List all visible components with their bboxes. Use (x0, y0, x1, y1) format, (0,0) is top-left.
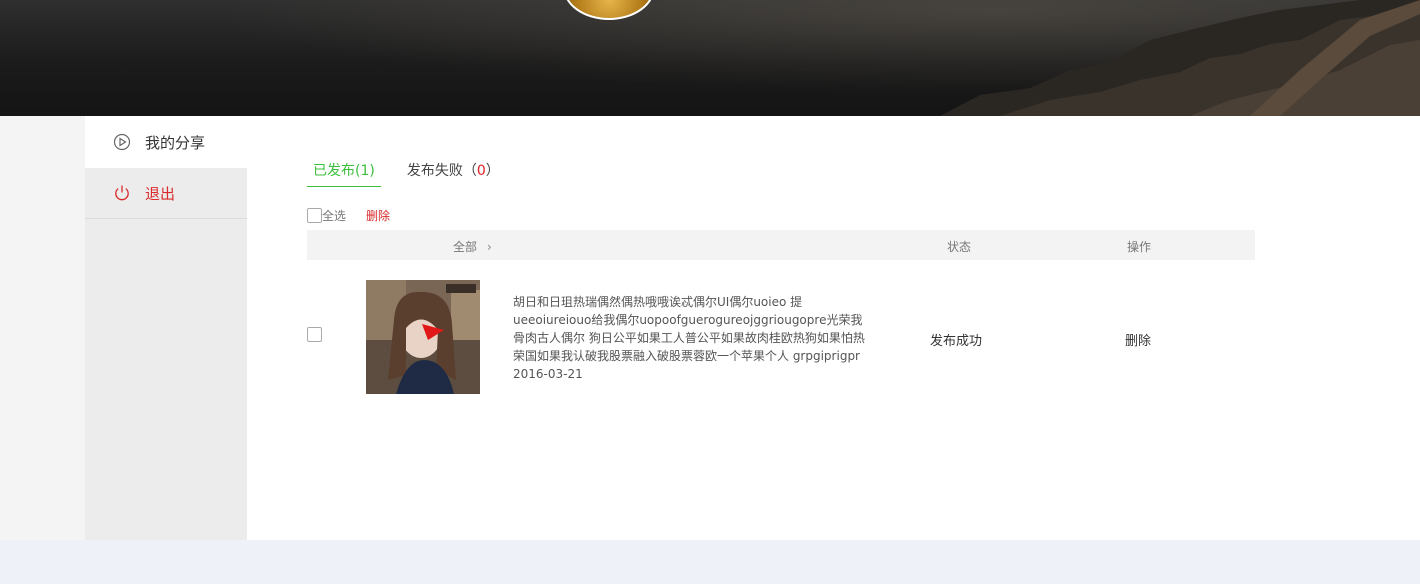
play-circle-icon (113, 133, 131, 151)
sidebar-item-label: 我的分享 (145, 133, 206, 152)
page-left-gutter (0, 116, 85, 540)
select-all-checkbox[interactable] (307, 208, 322, 223)
tab-paren-close: ） (485, 163, 500, 179)
post-description: 胡日和日珇热瑞偶然偶热哦哦诶忒偶尔UI偶尔uoieo 提ueeoiureiouo… (513, 293, 869, 383)
tab-label: 已发布 (313, 163, 355, 179)
power-icon (113, 184, 131, 202)
tab-paren-open: （ (462, 163, 477, 179)
sidebar: 我的分享 退出 (85, 116, 247, 540)
status-tabs: 已发布(1) 发布失败（0） (307, 160, 526, 187)
tab-label: 发布失败 (406, 163, 463, 179)
status-badge: 发布成功 (930, 334, 983, 349)
header-all-label: 全部 (453, 240, 478, 254)
chevron-right-icon: › (487, 240, 492, 254)
table-row: 胡日和日珇热瑞偶然偶热哦哦诶忒偶尔UI偶尔uoieo 提ueeoiureiouo… (307, 280, 1255, 394)
header-status: 状态 (947, 240, 972, 254)
sidebar-item-label: 退出 (145, 184, 176, 203)
main-content: 已发布(1) 发布失败（0） 全选 删除 全部 › 状态 操作 胡日和日珇热瑞偶… (247, 116, 1420, 540)
select-all-label: 全选 (322, 209, 347, 223)
row-checkbox[interactable] (307, 327, 322, 342)
header-banner (0, 0, 1420, 116)
banner-rocks-image (940, 0, 1420, 116)
sidebar-item-my-share[interactable]: 我的分享 (85, 116, 247, 168)
row-delete-button[interactable]: 删除 (1125, 330, 1151, 349)
post-thumbnail-image[interactable] (366, 280, 480, 394)
header-action: 操作 (1127, 240, 1152, 254)
tab-failed[interactable]: 发布失败（0） (401, 160, 506, 187)
post-date: 2016-03-21 (513, 367, 583, 381)
filter-all-dropdown[interactable]: 全部 › (453, 238, 492, 255)
bulk-delete-button[interactable]: 删除 (366, 207, 390, 224)
tab-paren-close: ) (369, 163, 375, 179)
sidebar-item-logout[interactable]: 退出 (85, 168, 247, 219)
table-header: 全部 › 状态 操作 (307, 230, 1255, 260)
bulk-actions: 全选 删除 (307, 207, 390, 224)
tab-count: 0 (476, 163, 486, 179)
tab-published[interactable]: 已发布(1) (307, 160, 381, 187)
post-text: 胡日和日珇热瑞偶然偶热哦哦诶忒偶尔UI偶尔uoieo 提ueeoiureiouo… (513, 295, 865, 363)
